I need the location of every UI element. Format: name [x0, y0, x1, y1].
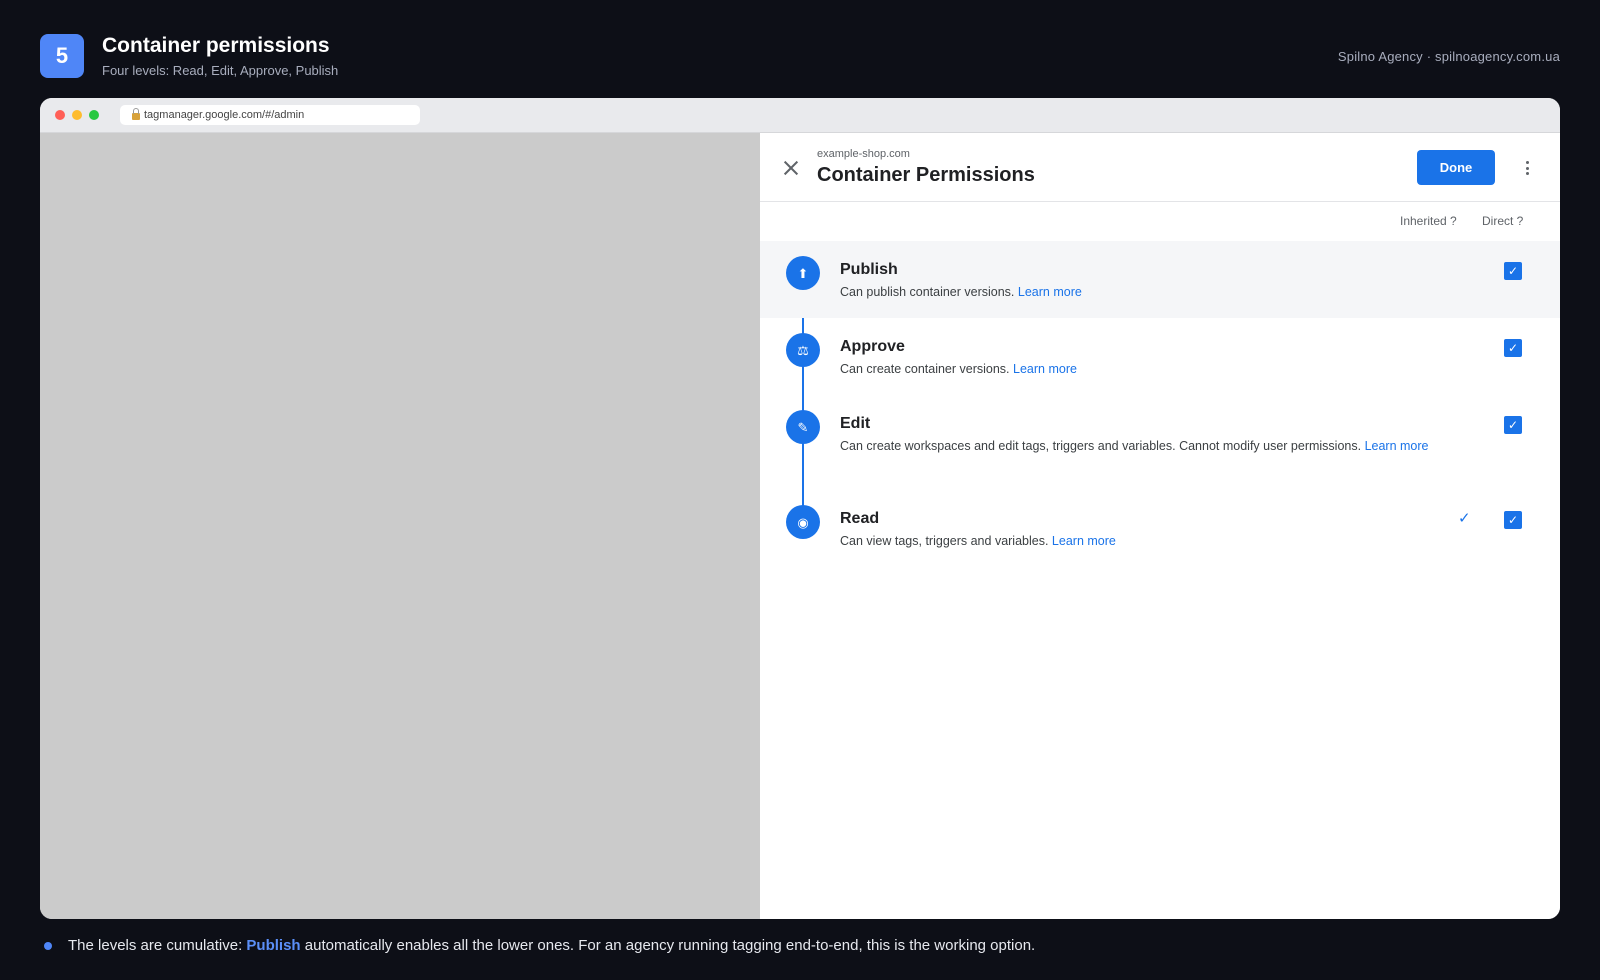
direct-column-header[interactable]: Direct ?: [1482, 214, 1523, 228]
slide-subtitle: Four levels: Read, Edit, Approve, Publis…: [102, 63, 339, 78]
permission-description: Can view tags, triggers and variables. L…: [840, 534, 1116, 548]
inherited-check-icon: ✓: [1458, 510, 1471, 527]
window-maximize-dot-icon[interactable]: [89, 110, 99, 120]
direct-checkbox[interactable]: ✓: [1504, 416, 1522, 434]
browser-window: tagmanager.google.com/#/admin example-sh…: [40, 98, 1560, 919]
direct-checkbox[interactable]: ✓: [1504, 262, 1522, 280]
footnote-highlight: Publish: [246, 937, 301, 954]
permission-description: Can create container versions. Learn mor…: [840, 362, 1077, 376]
learn-more-link[interactable]: Learn more: [1013, 362, 1077, 376]
bullet-icon: [44, 941, 52, 950]
permission-row-read[interactable]: ◉ Read Can view tags, triggers and varia…: [760, 490, 1560, 567]
permission-name: Read: [840, 510, 880, 527]
footnote: The levels are cumulative: Publish autom…: [44, 937, 1035, 954]
learn-more-link[interactable]: Learn more: [1365, 439, 1429, 453]
more-options-icon[interactable]: [1521, 158, 1533, 178]
permission-name: Publish: [840, 261, 898, 278]
dimmed-backdrop[interactable]: [40, 133, 760, 919]
step-number-badge: 5: [40, 34, 84, 78]
permission-row-publish[interactable]: ⬆ Publish Can publish container versions…: [760, 241, 1560, 318]
close-icon[interactable]: [780, 157, 802, 179]
permission-row-approve[interactable]: ⚖ Approve Can create container versions.…: [760, 318, 1560, 395]
direct-checkbox[interactable]: ✓: [1504, 511, 1522, 529]
address-url: tagmanager.google.com/#/admin: [144, 109, 305, 121]
permission-name: Approve: [840, 338, 905, 355]
upload-icon: ⬆: [786, 256, 820, 290]
permission-name: Edit: [840, 415, 871, 432]
panel-title: Container Permissions: [817, 164, 1035, 186]
container-domain: example-shop.com: [817, 148, 910, 160]
direct-checkbox[interactable]: ✓: [1504, 339, 1522, 357]
container-permissions-panel: example-shop.com Container Permissions D…: [760, 133, 1560, 919]
browser-content: example-shop.com Container Permissions D…: [40, 133, 1560, 919]
permission-row-edit[interactable]: ✎ Edit Can create workspaces and edit ta…: [760, 395, 1560, 490]
window-close-dot-icon[interactable]: [55, 110, 65, 120]
permission-description: Can publish container versions. Learn mo…: [840, 285, 1082, 299]
eye-icon: ◉: [786, 505, 820, 539]
browser-toolbar: tagmanager.google.com/#/admin: [40, 98, 1560, 133]
slide-title: Container permissions: [102, 34, 330, 57]
lock-icon: [132, 107, 140, 120]
brand-credit: Spilno Agency · spilnoagency.com.ua: [1337, 49, 1560, 64]
address-bar[interactable]: tagmanager.google.com/#/admin: [120, 105, 420, 125]
approve-icon: ⚖: [786, 333, 820, 367]
pencil-icon: ✎: [786, 410, 820, 444]
footnote-text: The levels are cumulative: Publish autom…: [68, 937, 1036, 954]
learn-more-link[interactable]: Learn more: [1052, 534, 1116, 548]
inherited-column-header[interactable]: Inherited ?: [1400, 214, 1457, 228]
window-minimize-dot-icon[interactable]: [72, 110, 82, 120]
permission-list: ⬆ Publish Can publish container versions…: [760, 241, 1560, 567]
done-button[interactable]: Done: [1417, 150, 1495, 185]
permission-column-headers: Inherited ? Direct ?: [760, 202, 1560, 241]
permission-description: Can create workspaces and edit tags, tri…: [840, 439, 1429, 453]
panel-header: example-shop.com Container Permissions D…: [760, 133, 1560, 202]
learn-more-link[interactable]: Learn more: [1018, 285, 1082, 299]
